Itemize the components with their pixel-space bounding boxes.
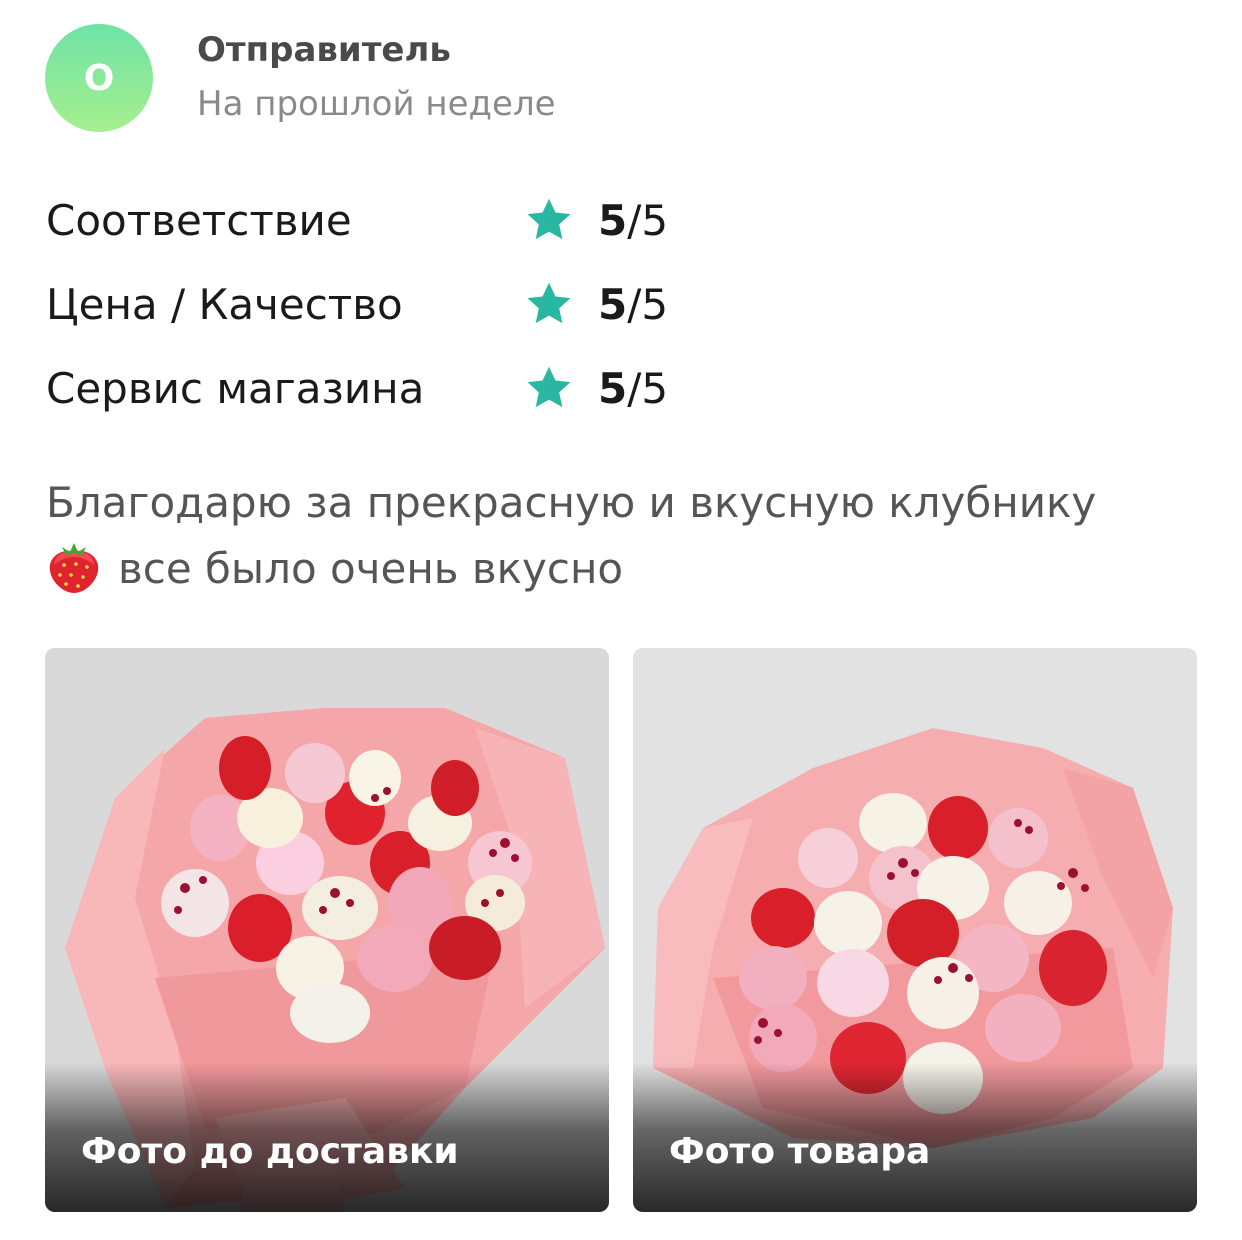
rating-row-price-quality: Цена / Качество 5/5 bbox=[46, 262, 668, 346]
star-icon bbox=[527, 198, 571, 240]
review-date: На прошлой неделе bbox=[197, 84, 556, 124]
review-line-2: все было очень вкусно bbox=[118, 544, 624, 593]
rating-value: 5/5 bbox=[598, 279, 669, 329]
photo-before-delivery[interactable]: Фото до доставки bbox=[45, 648, 609, 1212]
review-line-1: Благодарю за прекрасную и вкусную клубни… bbox=[46, 478, 1097, 527]
photo-caption: Фото товара bbox=[669, 1131, 931, 1172]
rating-label: Соответствие bbox=[46, 195, 352, 245]
author-info: Отправитель На прошлой неделе bbox=[197, 27, 556, 129]
strawberry-emoji-icon bbox=[49, 543, 99, 593]
rating-value: 5/5 bbox=[598, 195, 669, 245]
rating-row-match: Соответствие 5/5 bbox=[46, 178, 668, 262]
review-line-2-row: все было очень вкусно bbox=[46, 536, 1206, 602]
photo-caption: Фото до доставки bbox=[81, 1131, 459, 1172]
author-name: Отправитель bbox=[197, 30, 451, 70]
review-header: О Отправитель На прошлой неделе bbox=[45, 24, 556, 132]
rating-label: Цена / Качество bbox=[46, 279, 403, 329]
star-icon bbox=[527, 282, 571, 324]
rating-label: Сервис магазина bbox=[46, 363, 425, 413]
avatar: О bbox=[45, 24, 153, 132]
photo-product[interactable]: Фото товара bbox=[633, 648, 1197, 1212]
avatar-letter: О bbox=[83, 57, 115, 99]
star-icon bbox=[527, 366, 571, 408]
rating-value: 5/5 bbox=[598, 363, 669, 413]
ratings-list: Соответствие 5/5 Цена / Качество 5/5 Сер… bbox=[46, 178, 668, 430]
rating-row-service: Сервис магазина 5/5 bbox=[46, 346, 668, 430]
review-text: Благодарю за прекрасную и вкусную клубни… bbox=[46, 470, 1206, 602]
